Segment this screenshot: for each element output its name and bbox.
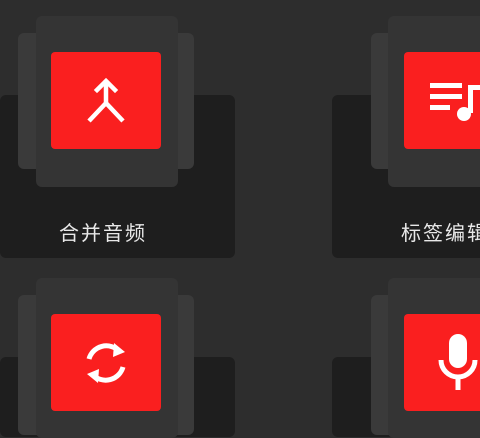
merge-icon <box>87 77 125 123</box>
grid-item-label: 标签编辑 <box>401 221 480 245</box>
record-tile <box>404 314 480 411</box>
grid-item-label: 合并音频 <box>59 221 147 245</box>
sync-convert-icon <box>86 342 126 383</box>
merge-audio-tile <box>51 52 161 149</box>
convert-tile <box>51 314 161 411</box>
playlist-music-icon <box>430 82 480 121</box>
tag-edit-tile <box>404 52 480 149</box>
microphone-icon <box>438 333 478 390</box>
